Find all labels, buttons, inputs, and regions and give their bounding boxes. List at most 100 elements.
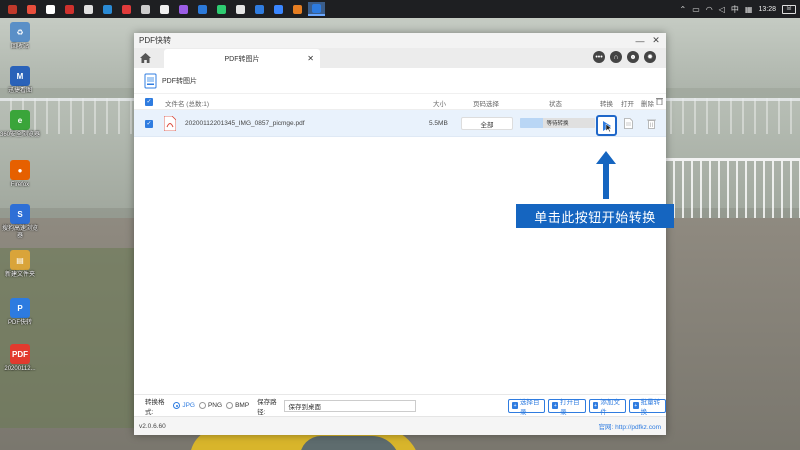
home-icon: [139, 53, 151, 63]
row-checkbox[interactable]: ✓: [145, 120, 153, 128]
taskbar-app-button[interactable]: [270, 2, 287, 16]
pdf-file-icon: [164, 116, 176, 131]
desktop-icon[interactable]: M 迅捷看图: [0, 66, 40, 95]
minimize-button[interactable]: —: [632, 33, 648, 48]
col-open: 打开: [621, 101, 634, 108]
open-directory-button[interactable]: + 打开目录: [548, 398, 586, 416]
taskbar-app-button[interactable]: [61, 2, 78, 16]
choose-directory-button[interactable]: + 选择目录: [508, 398, 546, 416]
pdf-image-icon: [144, 73, 157, 88]
tab-pdf-to-image[interactable]: PDF转图片 ✕: [164, 49, 320, 68]
select-all-checkbox[interactable]: ✓: [145, 98, 153, 106]
version-text: v2.0.6.60: [139, 422, 166, 430]
close-button[interactable]: ✕: [648, 33, 664, 48]
desktop-icon[interactable]: P PDF快转: [0, 298, 40, 327]
col-status: 状态: [549, 101, 562, 108]
taskbar-app-list: [0, 2, 325, 16]
app-icon: [217, 4, 226, 14]
desktop-icon-label: 新建文件夹: [4, 272, 35, 278]
settings-footer: 转换格式: JPG PNG BMP 保存路径: 保存到桌面 + 选择目录 + 打开目录 + 添…: [134, 394, 667, 416]
desktop-app-icon: e: [10, 110, 30, 130]
taskbar-app-button[interactable]: [156, 2, 173, 16]
radio-dot: [198, 402, 206, 409]
desktop-icon[interactable]: PDF 20200112...: [0, 344, 40, 373]
app-icon: [65, 4, 74, 14]
taskbar-app-button[interactable]: [232, 2, 249, 16]
app-icon: [27, 4, 36, 14]
desktop-icon[interactable]: e 360安全浏览器: [0, 110, 40, 139]
desktop-icon[interactable]: ▤ 新建文件夹: [0, 250, 40, 279]
status-text: 等待转换: [546, 121, 569, 127]
close-tab-icon[interactable]: ✕: [307, 54, 314, 63]
taskbar-app-button[interactable]: [80, 2, 97, 16]
taskbar-app-button[interactable]: [213, 2, 230, 16]
desktop-icon-label: PDF快转: [7, 320, 32, 326]
desktop-icon[interactable]: S 搜狗高速浏览器: [0, 204, 40, 240]
table-row[interactable]: ✓ 20200112201345_IMG_0857_picmge.pdf 5.5…: [134, 110, 666, 137]
user-icon[interactable]: ☻: [627, 51, 639, 63]
app-icon: [8, 4, 17, 14]
format-radio-png[interactable]: PNG: [198, 402, 223, 409]
ime-indicator[interactable]: 中: [731, 4, 739, 15]
app-icon: [103, 4, 112, 14]
chat-icon[interactable]: •••: [593, 51, 605, 63]
open-file-icon[interactable]: [624, 118, 633, 129]
taskbar-app-button[interactable]: [137, 2, 154, 16]
taskbar-app-button[interactable]: [42, 2, 59, 16]
website-link[interactable]: 官网: http://pdfkz.com: [599, 421, 662, 431]
page-range-select[interactable]: 全部: [461, 117, 513, 130]
footer-button-group: + 选择目录 + 打开目录 + 添加文件 + 批量转换: [505, 398, 667, 416]
taskbar-app-button[interactable]: [23, 2, 40, 16]
taskbar-app-button[interactable]: [194, 2, 211, 16]
save-path-input[interactable]: 保存到桌面: [284, 399, 417, 412]
taskbar-app-button[interactable]: [308, 2, 325, 16]
network-icon[interactable]: ▭: [692, 5, 700, 14]
trash-all-icon[interactable]: [656, 97, 663, 105]
format-radio-jpg[interactable]: JPG: [173, 402, 195, 409]
callout-text: 单击此按钮开始转换: [534, 209, 656, 225]
notification-button[interactable]: lxl: [782, 4, 796, 14]
taskbar-app-button[interactable]: [118, 2, 135, 16]
app-icon: [274, 4, 283, 14]
status-line: v2.0.6.60 官网: http://pdfkz.com: [134, 416, 666, 435]
desktop-app-icon: S: [10, 204, 30, 224]
taskbar-app-button[interactable]: [4, 2, 21, 16]
button-label: 选择目录: [519, 398, 540, 416]
desktop-app-icon: ♻: [10, 22, 30, 42]
convert-button[interactable]: [596, 115, 617, 136]
clock[interactable]: 13:28: [758, 6, 776, 13]
volume-icon[interactable]: ◁: [719, 5, 725, 14]
taskbar-app-button[interactable]: [175, 2, 192, 16]
format-radio-bmp[interactable]: BMP: [226, 402, 249, 409]
taskbar-app-button[interactable]: [251, 2, 268, 16]
delete-file-icon[interactable]: [647, 118, 656, 129]
desktop-app-icon: ●: [10, 160, 30, 180]
button-label: 添加文件: [600, 398, 620, 416]
desktop-icon[interactable]: ♻ 回收站: [0, 22, 40, 51]
button-icon: +: [632, 402, 639, 409]
desktop-app-icon: P: [10, 298, 30, 318]
save-path-label: 保存路径:: [257, 398, 277, 416]
desktop-icon-label: 回收站: [10, 44, 29, 50]
header-icons: ••• ∩ ☻ ✹: [593, 51, 656, 63]
add-file-button[interactable]: + 添加文件: [588, 398, 626, 416]
format-label-text: PNG: [207, 402, 223, 409]
col-delete: 删除: [641, 101, 654, 108]
headset-icon[interactable]: ∩: [610, 51, 622, 63]
taskbar-app-button[interactable]: [99, 2, 116, 16]
keyboard-icon[interactable]: ▦: [745, 5, 753, 14]
button-icon: +: [592, 402, 599, 409]
status-progress-fill: [520, 118, 543, 128]
system-tray: ⌃ ▭ ◠ ◁ 中 ▦ 13:28 lxl: [680, 0, 796, 18]
title-bar: PDF快转 — ✕: [134, 33, 666, 48]
batch-convert-button[interactable]: + 批量转换: [628, 398, 667, 416]
settings-gear-icon[interactable]: ✹: [644, 51, 656, 63]
taskbar-app-button[interactable]: [289, 2, 306, 16]
desktop-icon[interactable]: ● Firefox: [0, 160, 40, 189]
section-header: PDF转图片: [134, 68, 666, 94]
chevron-up-icon[interactable]: ⌃: [680, 5, 687, 14]
file-size: 5.5MB: [429, 120, 448, 127]
home-button[interactable]: [134, 48, 156, 68]
wifi-icon[interactable]: ◠: [706, 5, 713, 14]
button-label: 批量转换: [640, 398, 661, 416]
